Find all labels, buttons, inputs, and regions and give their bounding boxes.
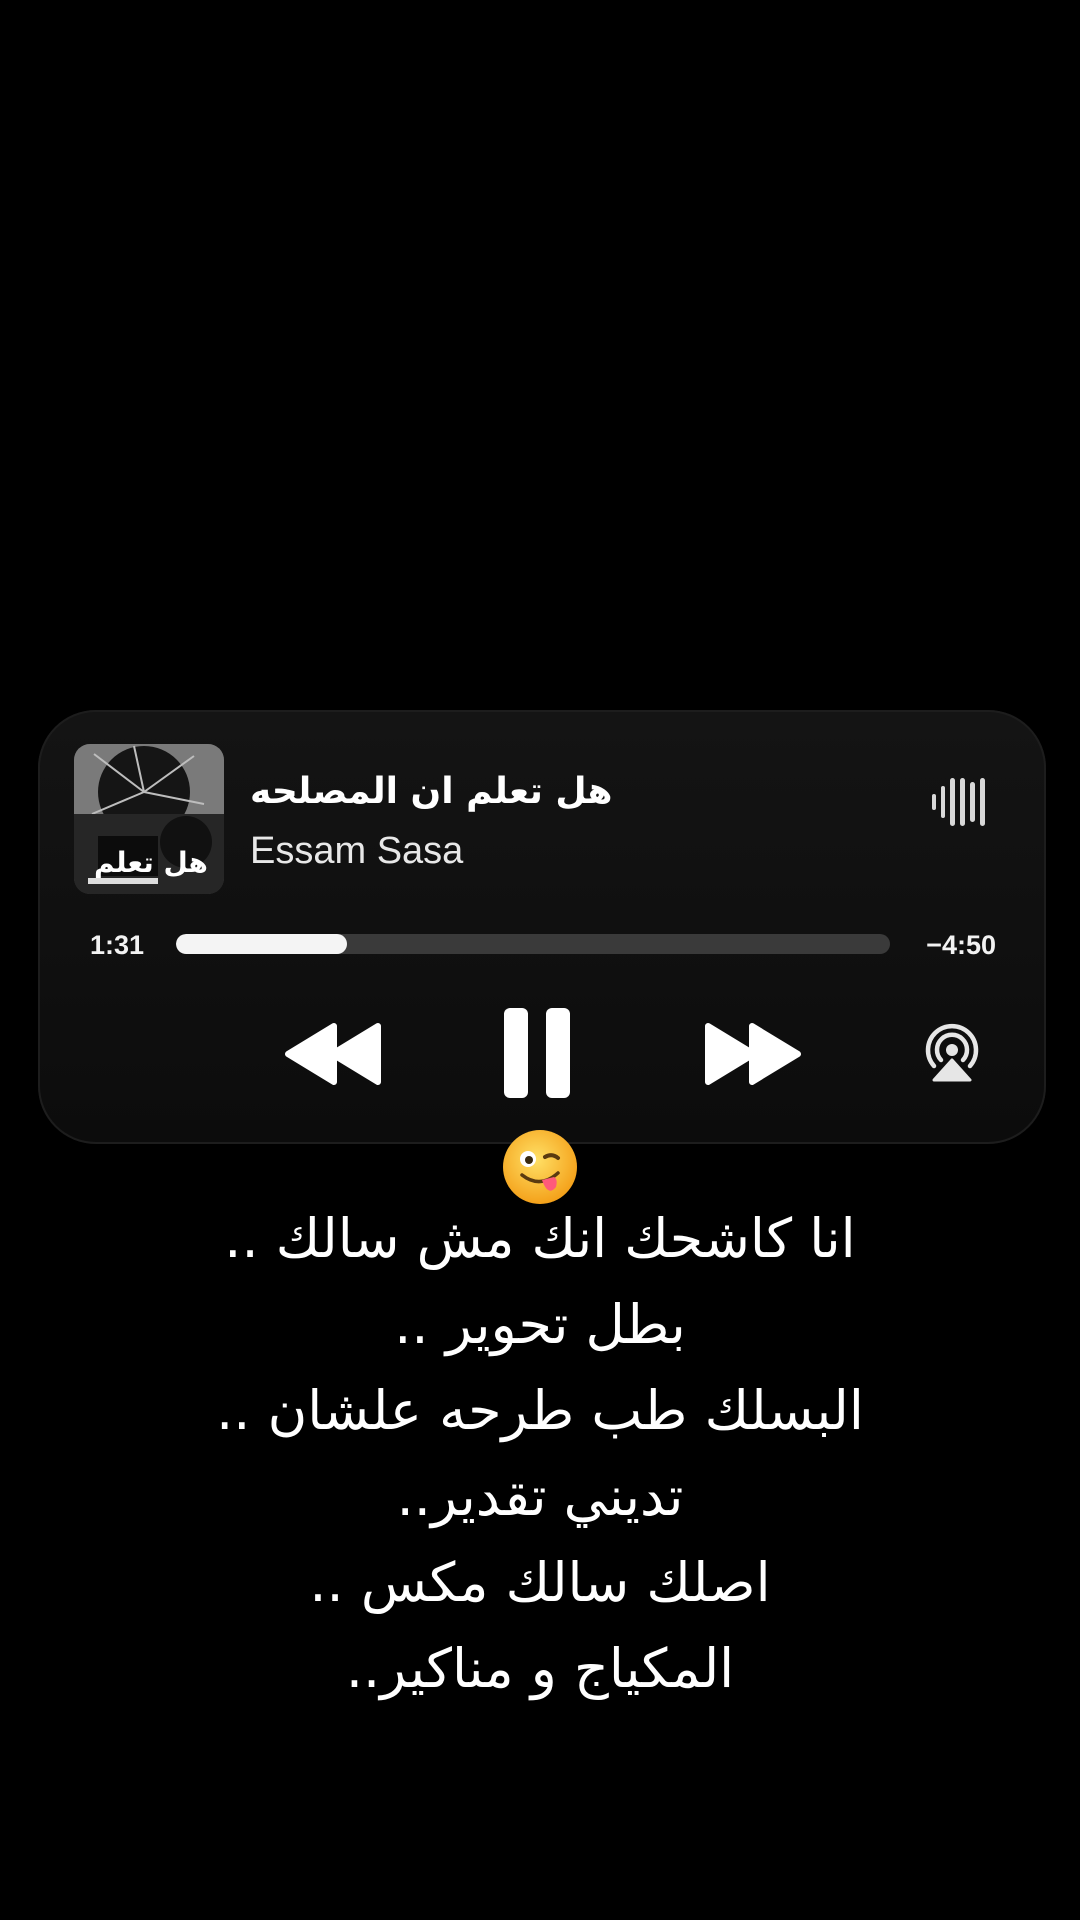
track-title[interactable]: هل تعلم ان المصلحه bbox=[250, 770, 770, 814]
elapsed-time: 1:31 bbox=[90, 930, 145, 960]
pause-icon bbox=[504, 1008, 570, 1098]
lyrics-block: انا كاشحك انك مش سالك .. بطل تحوير .. ال… bbox=[0, 1196, 1080, 1712]
rewind-button[interactable] bbox=[284, 1022, 384, 1086]
fast-forward-icon bbox=[705, 1023, 801, 1085]
waveform-icon[interactable] bbox=[930, 774, 990, 830]
lyric-line: البسلك طب طرحه علشان .. bbox=[216, 1379, 864, 1442]
progress-fill bbox=[176, 934, 348, 954]
lyric-line: تديني تقدير.. bbox=[396, 1465, 684, 1528]
lyric-line: انا كاشحك انك مش سالك .. bbox=[224, 1207, 856, 1270]
remaining-time: −4:50 bbox=[926, 930, 996, 960]
fast-forward-button[interactable] bbox=[702, 1022, 802, 1086]
airplay-icon bbox=[925, 1023, 979, 1082]
lyric-line: المكياج و مناكير.. bbox=[345, 1637, 735, 1700]
pause-button[interactable] bbox=[500, 1006, 574, 1100]
album-artwork[interactable]: هل تعلم bbox=[74, 744, 224, 894]
now-playing-card[interactable]: هل تعلم هل تعلم ان المصلحه Essam Sasa 1:… bbox=[38, 710, 1046, 1144]
progress-scrubber[interactable] bbox=[176, 934, 890, 954]
artwork-lettering: هل تعلم bbox=[94, 846, 208, 879]
airplay-button[interactable] bbox=[922, 1022, 982, 1084]
rewind-icon bbox=[285, 1023, 381, 1085]
lyric-line: اصلك سالك مكس .. bbox=[309, 1551, 771, 1614]
track-artist[interactable]: Essam Sasa bbox=[250, 828, 463, 874]
album-artwork-image: هل تعلم bbox=[74, 744, 224, 894]
winking-tongue-emoji bbox=[500, 1127, 580, 1207]
lyric-line: بطل تحوير .. bbox=[394, 1293, 686, 1356]
